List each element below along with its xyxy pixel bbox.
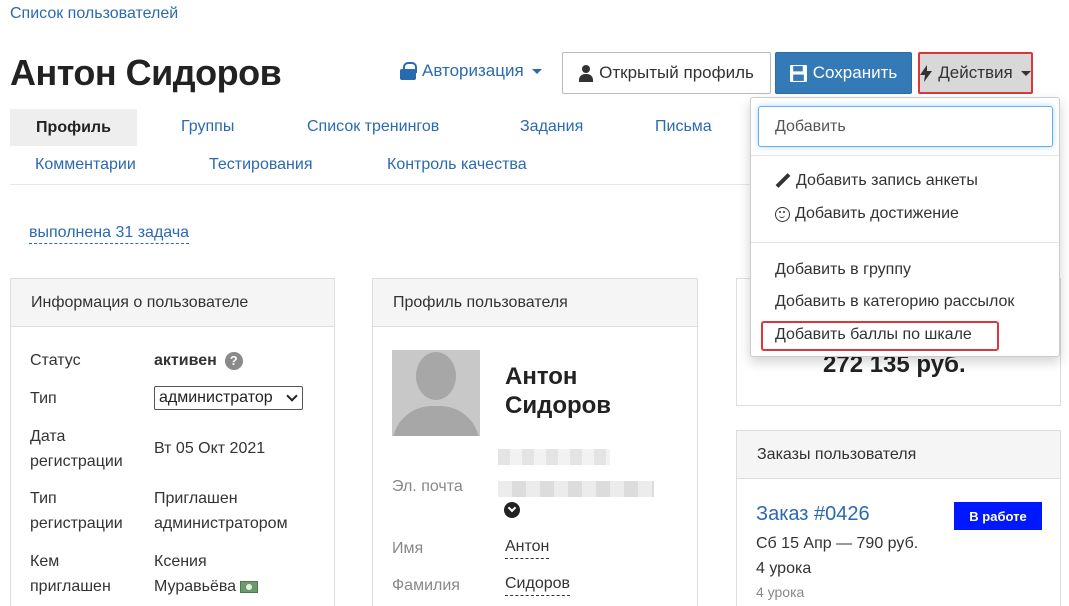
status-label: Статус [30,352,81,369]
menu-item-label: Добавить баллы по шкале [775,326,972,343]
reg-type-value-line1: Приглашен [154,490,238,507]
order-lessons-sub: 4 урока [756,584,805,600]
breadcrumb-users-list[interactable]: Список пользователей [10,5,178,23]
actions-dropdown-button[interactable]: Действия [918,52,1033,94]
caret-down-icon [1020,70,1031,76]
menu-item-label: Добавить запись анкеты [796,172,978,189]
tab-letters[interactable]: Письма [655,118,712,136]
reg-type-label-line1: Тип [30,490,57,507]
menu-item-label: Добавить в группу [775,261,911,278]
completed-tasks-link[interactable]: выполнена 31 задача [29,224,190,244]
actions-dropdown-menu: Добавить Добавить запись анкеты Добавить… [750,97,1060,357]
status-badge: В работе [954,502,1042,530]
invited-by-label: Кем приглашен [30,549,111,599]
last-name-label: Фамилия [392,577,460,594]
user-orders-panel-title: Заказы пользователя [737,431,1060,479]
lock-icon [400,62,417,80]
invited-by-value: Ксения Муравьёва [154,549,259,599]
profile-name-line1: Антон [505,363,578,390]
tab-groups[interactable]: Группы [181,118,234,136]
user-type-value: администратор [159,389,273,406]
tab-tests[interactable]: Тестирования [209,156,313,174]
avatar [392,350,480,436]
tab-comments[interactable]: Комментарии [35,156,136,174]
first-name-label: Имя [392,540,424,557]
last-name-value[interactable]: Сидоров [505,573,571,596]
floppy-icon [789,64,807,82]
menu-item-add-to-group[interactable]: Добавить в группу [775,261,911,279]
first-name-value[interactable]: Антон [505,536,550,559]
user-type-select[interactable]: администратор [154,386,303,410]
save-button[interactable]: Сохранить [775,52,912,94]
profile-name-line2: Сидоров [505,392,612,419]
reg-date-label-line2: регистрации [30,453,123,470]
email-redacted [498,449,610,465]
menu-item-add-to-mailing-category[interactable]: Добавить в категорию рассылок [775,293,1014,311]
actions-label: Действия [938,63,1013,82]
type-label: Тип [30,390,57,407]
tab-trainings[interactable]: Список тренингов [307,118,439,136]
status-value: активен [154,352,217,369]
menu-divider [751,242,1059,243]
chevron-down-icon [286,390,298,402]
open-profile-label: Открытый профиль [599,63,754,82]
user-profile-panel-title: Профиль пользователя [373,279,697,327]
save-label: Сохранить [812,63,898,82]
reg-type-label: Тип регистрации [30,486,123,536]
reg-type-value: Приглашен администратором [154,486,288,536]
menu-item-label: Добавить достижение [795,205,959,222]
bolt-icon [920,64,933,82]
authorization-dropdown[interactable]: Авторизация [400,61,542,81]
reg-type-label-line2: регистрации [30,515,123,532]
tab-tasks[interactable]: Задания [520,118,583,136]
invited-by-label-line2: приглашен [30,578,111,595]
order-lessons: 4 урока [756,560,812,577]
invited-by-value-line1: Ксения [154,553,207,570]
pencil-icon [775,173,791,189]
page-title: Антон Сидоров [10,52,282,93]
chevron-circle-down-icon[interactable] [504,502,520,518]
reg-date-label: Дата регистрации [30,424,123,474]
email-label: Эл. почта [392,478,463,495]
authorization-label: Авторизация [422,61,524,80]
menu-divider [751,155,1059,156]
reg-date-label-line1: Дата [30,428,66,445]
user-icon [579,64,594,82]
order-link[interactable]: Заказ #0426 [756,503,870,526]
tab-profile[interactable]: Профиль [10,109,137,146]
status-value-row: активен? [154,348,243,373]
smile-icon [775,206,790,222]
add-search-input[interactable]: Добавить [758,106,1053,147]
money-icon [240,580,259,593]
menu-item-add-survey-record[interactable]: Добавить запись анкеты [775,172,978,190]
menu-item-add-achievement[interactable]: Добавить достижение [775,205,959,223]
order-date-price: Сб 15 Апр — 790 руб. [756,535,919,552]
invited-by-label-line1: Кем [30,553,60,570]
reg-type-value-line2: администратором [154,515,288,532]
menu-item-label: Добавить в категорию рассылок [775,293,1015,310]
reg-date-value: Вт 05 Окт 2021 [154,440,266,457]
tab-quality-control[interactable]: Контроль качества [387,156,527,174]
help-icon[interactable]: ? [224,351,243,370]
email-redacted [498,481,654,497]
menu-item-add-scale-points[interactable]: Добавить баллы по шкале [775,326,972,344]
user-info-panel-title: Информация о пользователе [11,279,334,327]
caret-down-icon [531,68,542,74]
invited-by-value-line2: Муравьёва [154,578,237,595]
open-profile-button[interactable]: Открытый профиль [562,52,771,94]
profile-name: Антон Сидоров [505,362,611,420]
